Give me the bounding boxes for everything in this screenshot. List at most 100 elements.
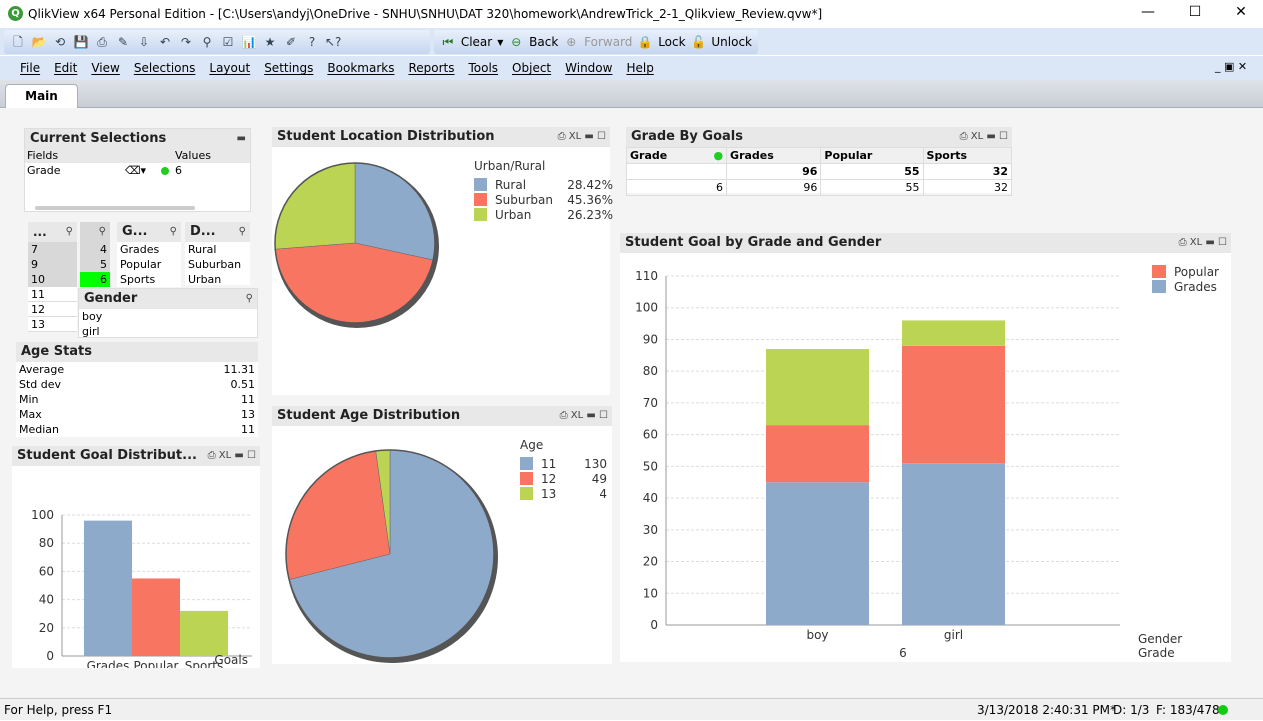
eraser-icon[interactable]: ⌫▾ [125,163,146,179]
edit-script-icon[interactable]: ✎ [115,34,131,50]
chart-icon[interactable]: 📊 [241,34,257,50]
column-header[interactable]: Sports [922,147,1013,164]
current-selections-box: Current Selections ▬ Fields Values Grade … [24,128,251,212]
table-cell[interactable]: 6 [625,179,728,196]
legend-item[interactable]: Suburban 45.36% [474,192,613,207]
clear-dropdown-icon[interactable]: ▼ [497,38,503,47]
pie-slice-suburban [274,242,434,324]
mdi-controls[interactable]: _ ▣ ✕ [1215,60,1247,73]
stat-row: Max 13 [16,407,258,422]
search-icon[interactable]: ⚲ [246,289,253,309]
list-item[interactable]: 11 [28,287,77,302]
clear-button[interactable]: Clear [461,35,492,49]
search-icon[interactable]: ⚲ [170,222,177,242]
list-item[interactable]: Popular [117,257,181,272]
column-header[interactable]: Grades [726,147,822,164]
search-icon[interactable]: ⚲ [239,222,246,242]
menu-bookmarks[interactable]: Bookmarks [327,61,394,75]
column-header[interactable]: Popular [820,147,924,164]
menu-file[interactable]: File [20,61,40,75]
menu-layout[interactable]: Layout [209,61,250,75]
listbox-district: D... ⚲ Rural Suburban Urban [185,222,250,287]
unlock-button[interactable]: Unlock [711,35,752,49]
lock-button[interactable]: Lock [658,35,685,49]
chart-controls-icon[interactable]: ⎙ XL ▬ ☐ [558,127,606,147]
legend-item[interactable]: 12 49 [520,471,607,486]
menu-window[interactable]: Window [565,61,612,75]
print-icon[interactable]: ⎙ [94,34,110,50]
legend-label: Urban [495,207,532,222]
list-item[interactable]: 4 [80,242,110,257]
list-item[interactable]: Rural [185,242,250,257]
list-item[interactable]: 12 [28,302,77,317]
lock-icon: 🔒 [637,35,653,49]
listbox-gender: Gender ⚲ boy girl [78,288,258,338]
table-cell[interactable]: 32 [922,179,1013,196]
context-help-icon[interactable]: ↖? [325,34,341,50]
list-item[interactable]: Urban [185,272,250,287]
menu-tools[interactable]: Tools [468,61,498,75]
list-item[interactable]: 9 [28,257,77,272]
legend-item[interactable]: Urban 26.23% [474,207,613,222]
status-help: For Help, press F1 [4,703,113,717]
minimize-button[interactable]: — [1133,4,1163,20]
search-icon[interactable]: ⚲ [99,222,106,242]
forward-button[interactable]: Forward [584,35,632,49]
table-cell[interactable]: 55 [820,179,924,196]
table-cell[interactable]: 96 [726,179,822,196]
save-icon[interactable]: 💾 [73,34,89,50]
legend-item[interactable]: 11 130 [520,456,607,471]
y-tick-label: 40 [643,491,658,505]
maximize-button[interactable]: ☐ [1180,4,1210,20]
help-icon[interactable]: ? [304,34,320,50]
search-icon[interactable]: ⚲ [199,34,215,50]
star-icon[interactable]: ★ [262,34,278,50]
chart-controls-icon[interactable]: ⎙ XL ▬ ☐ [560,406,608,426]
bar-girl-popular [902,345,1005,464]
list-item[interactable]: 10 [28,272,77,287]
chart-controls-icon[interactable]: ⎙ XL ▬ ☐ [208,446,256,466]
minimize-icon[interactable]: ▬ [237,129,246,149]
list-item[interactable]: Sports [117,272,181,287]
stat-label: Std dev [19,378,62,391]
close-button[interactable]: ✕ [1226,4,1256,20]
list-item[interactable]: Grades [117,242,181,257]
list-item[interactable]: 13 [28,317,77,332]
horizontal-scrollbar[interactable] [35,206,195,210]
back-button[interactable]: Back [529,35,558,49]
menu-edit[interactable]: Edit [54,61,77,75]
list-item[interactable]: 6 [80,272,110,287]
search-icon[interactable]: ⚲ [66,222,73,242]
menu-help[interactable]: Help [626,61,653,75]
checkbox-icon[interactable]: ☑ [220,34,236,50]
menu-view[interactable]: View [91,61,119,75]
reload-icon[interactable]: ⟲ [52,34,68,50]
menu-selections[interactable]: Selections [134,61,196,75]
column-header[interactable]: Grade ● [625,147,728,164]
tab-main[interactable]: Main [5,84,78,109]
new-icon[interactable]: 🗋 [10,34,26,50]
list-item[interactable]: 5 [80,257,110,272]
edit-icon[interactable]: ✐ [283,34,299,50]
redo-icon[interactable]: ↷ [178,34,194,50]
legend-item[interactable]: Rural 28.42% [474,177,613,192]
legend-item[interactable]: 13 4 [520,486,607,501]
list-item[interactable]: 7 [28,242,77,257]
chart-controls-icon[interactable]: ⎙ XL ▬ ☐ [1179,233,1227,253]
menu-settings[interactable]: Settings [264,61,313,75]
open-icon[interactable]: 📂 [31,34,47,50]
stat-row: Std dev 0.51 [16,377,258,392]
list-item[interactable]: boy [79,309,257,324]
y-tick-label: 40 [39,593,54,607]
undo-icon[interactable]: ↶ [157,34,173,50]
chart-controls-icon[interactable]: ⎙ XL ▬ ☐ [960,127,1008,147]
reload-data-icon[interactable]: ⇩ [136,34,152,50]
status-timestamp: 3/13/2018 2:40:31 PM* [977,703,1117,717]
total-cell [625,163,728,180]
selection-row[interactable]: Grade ⌫▾ 6 [25,163,250,179]
total-cell: 55 [820,163,924,180]
menu-reports[interactable]: Reports [408,61,454,75]
list-item[interactable]: Suburban [185,257,250,272]
list-item[interactable]: girl [79,324,257,339]
menu-object[interactable]: Object [512,61,551,75]
